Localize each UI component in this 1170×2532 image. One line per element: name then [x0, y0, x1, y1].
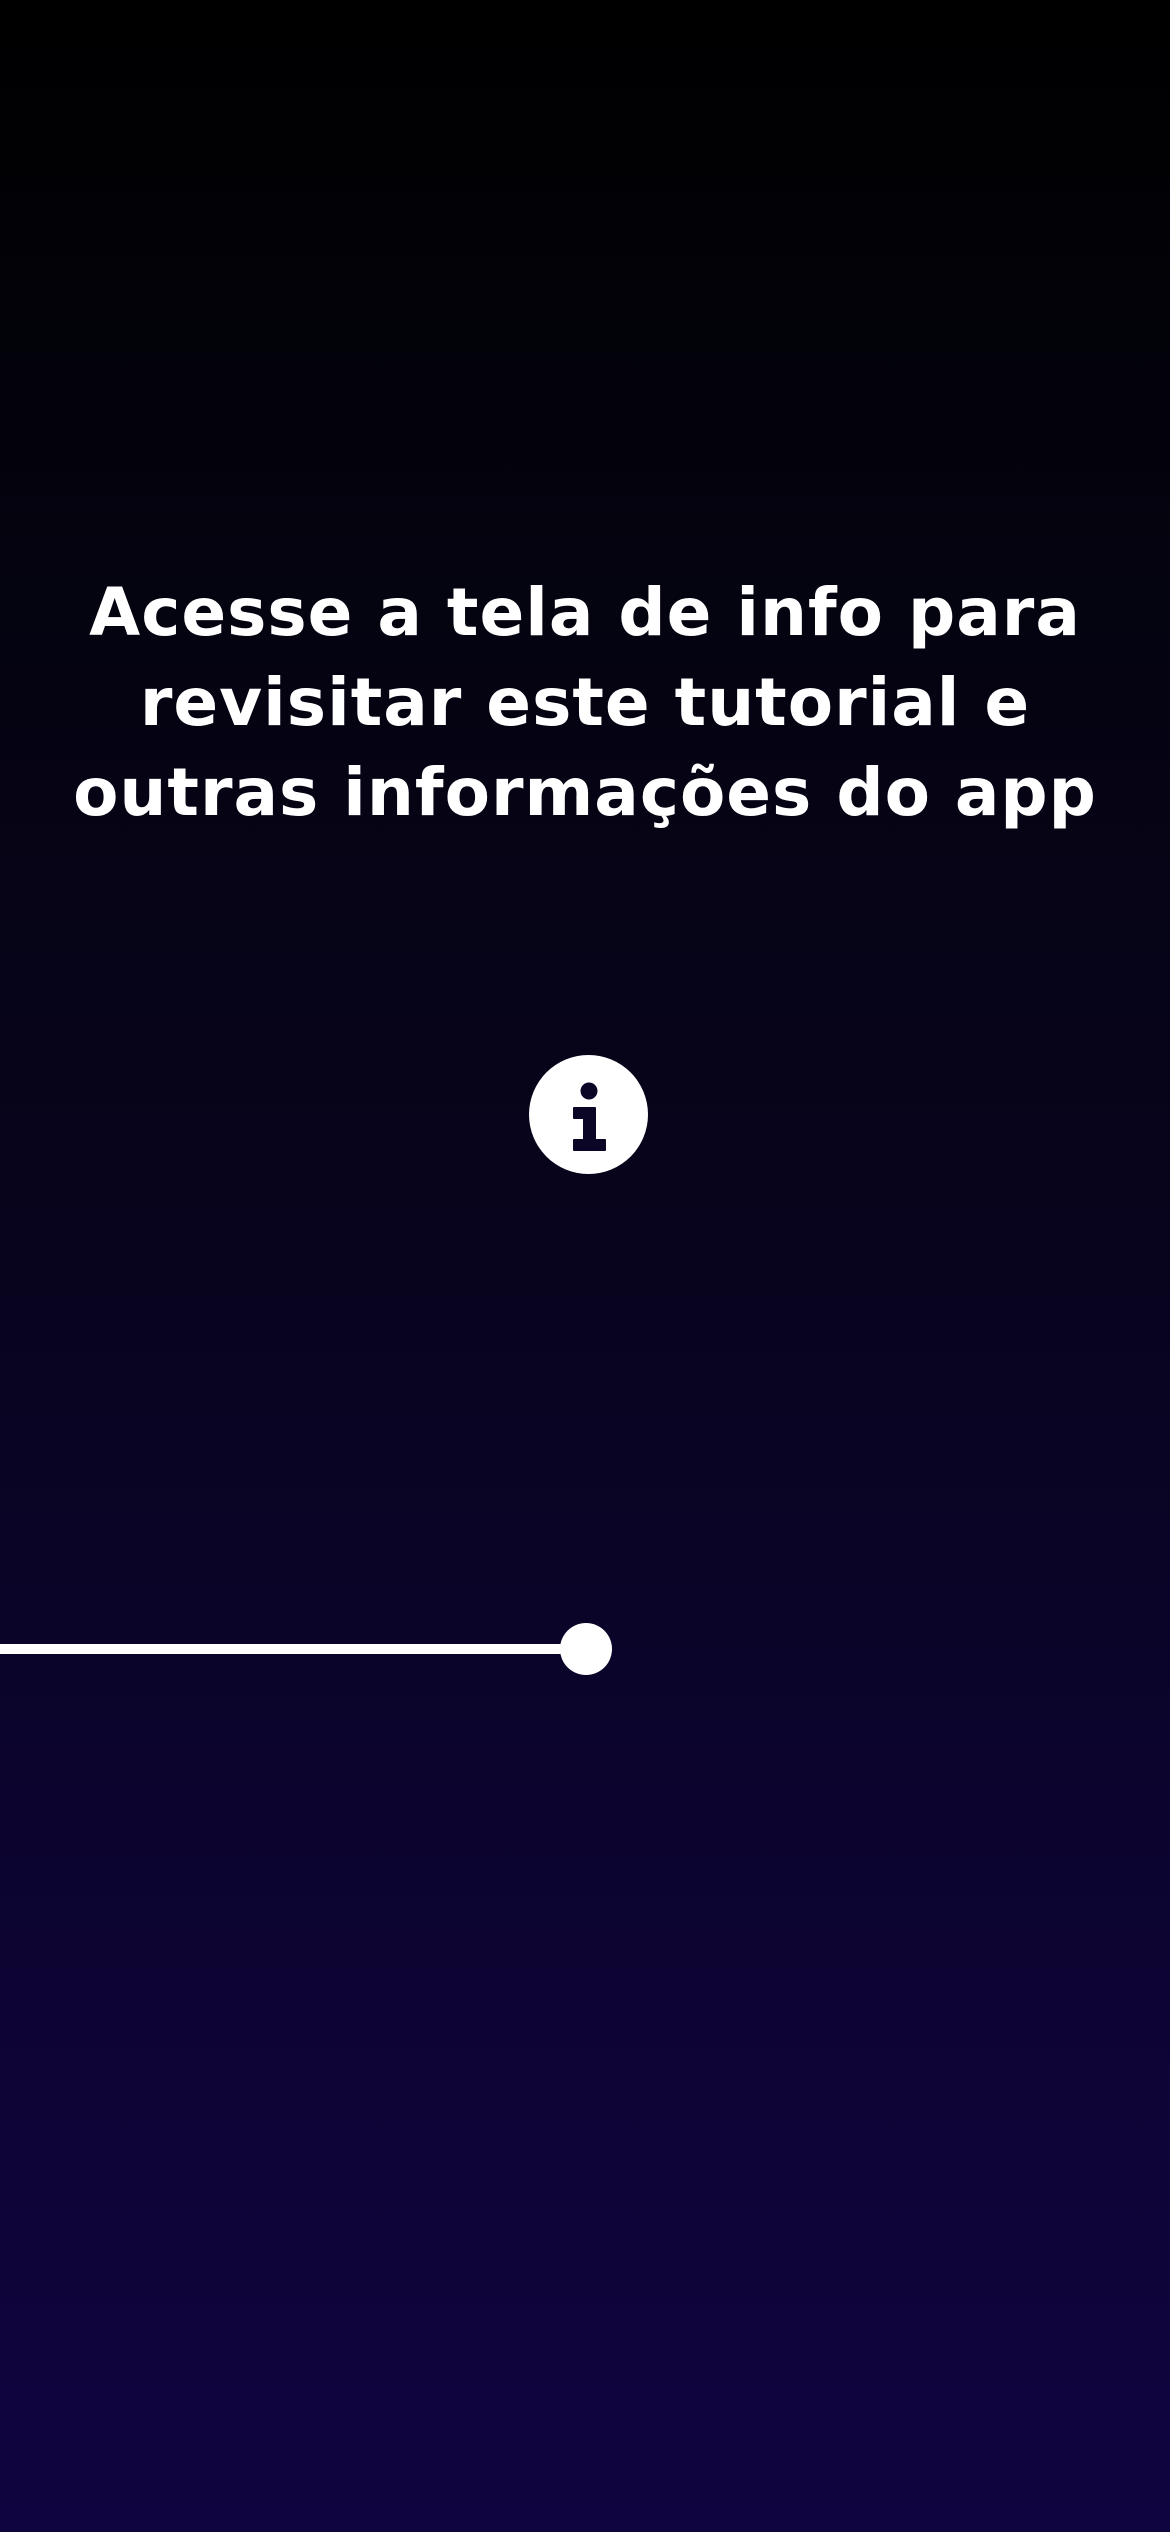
info-icon: [573, 1082, 606, 1151]
tutorial-screen: Acesse a tela de info para revisitar est…: [0, 0, 1170, 2532]
tutorial-message: Acesse a tela de info para revisitar est…: [40, 568, 1130, 838]
tutorial-message-line-2: revisitar este tutorial e: [139, 664, 1031, 741]
info-button[interactable]: [529, 1055, 648, 1174]
tutorial-message-line-1: Acesse a tela de info para: [89, 574, 1081, 651]
tutorial-progress-fill: [0, 1644, 586, 1654]
tutorial-progress-knob[interactable]: [560, 1623, 612, 1675]
tutorial-message-line-3: outras informações do app: [73, 754, 1097, 831]
tutorial-progress-track: [0, 1623, 612, 1675]
